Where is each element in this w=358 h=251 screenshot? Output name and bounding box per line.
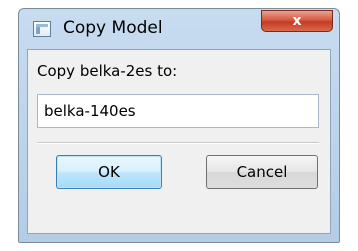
- title-bar[interactable]: Copy Model x: [19, 9, 339, 49]
- separator: [37, 142, 319, 144]
- window-title: Copy Model: [63, 18, 163, 38]
- close-icon: x: [292, 13, 302, 29]
- close-button[interactable]: x: [261, 10, 333, 32]
- new-model-name-input[interactable]: [37, 94, 319, 128]
- canvas: Copy Model x Copy belka-2es to: OK Cance…: [0, 0, 358, 251]
- copy-prompt-label: Copy belka-2es to:: [37, 62, 178, 80]
- application-window-icon: [33, 21, 51, 37]
- copy-model-dialog: Copy Model x Copy belka-2es to: OK Cance…: [18, 8, 340, 243]
- dialog-body: Copy belka-2es to: OK Cancel: [27, 49, 331, 234]
- cancel-button[interactable]: Cancel: [206, 155, 318, 189]
- ok-button[interactable]: OK: [56, 155, 162, 189]
